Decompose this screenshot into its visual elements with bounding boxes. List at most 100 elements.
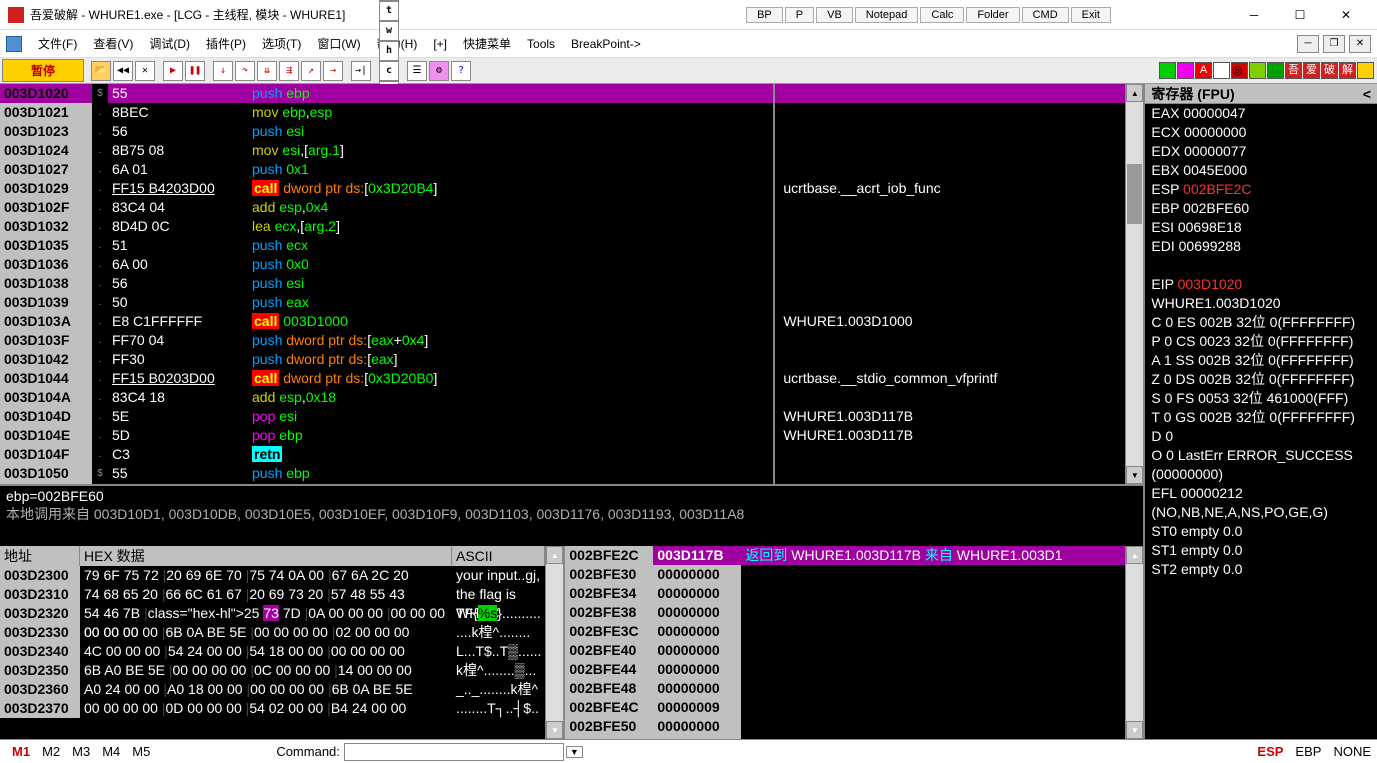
disasm-bytes[interactable]: FF15 B0203D00 xyxy=(108,369,248,388)
stack-value[interactable]: 00000000 xyxy=(653,565,741,584)
register-row[interactable]: C 0 ES 002B 32位 0(FFFFFFFF) xyxy=(1151,313,1371,332)
help-icon[interactable]: ? xyxy=(451,61,471,81)
toolbar-letter-c[interactable]: c xyxy=(379,61,399,81)
menu-item[interactable]: 查看(V) xyxy=(85,35,141,53)
disasm-instr[interactable]: call 003D1000 xyxy=(248,312,773,331)
stack-comment[interactable] xyxy=(741,622,1125,641)
plugin-icon-7[interactable] xyxy=(1357,62,1374,79)
register-row[interactable]: ECX 00000000 xyxy=(1151,123,1371,142)
dump-addr[interactable]: 003D2300 xyxy=(0,566,80,585)
disasm-bytes[interactable]: 8BEC xyxy=(108,103,248,122)
disasm-addr[interactable]: 003D103F xyxy=(0,331,92,350)
dump-row[interactable]: 003D2370 00 00 00 00 |0D 00 00 00 |54 02… xyxy=(0,699,545,718)
hex-dump-pane[interactable]: 地址 HEX 数据 ASCII 003D2300 79 6F 75 72 |20… xyxy=(0,546,563,739)
disasm-comment[interactable]: ucrtbase.__stdio_common_vfprintf xyxy=(775,369,1125,388)
disasm-comment[interactable] xyxy=(775,331,1125,350)
mdi-minimize-button[interactable]: ─ xyxy=(1297,35,1319,53)
top-btn-bp[interactable]: BP xyxy=(746,7,783,23)
disasm-bytes[interactable]: 56 xyxy=(108,122,248,141)
close-button[interactable]: ✕ xyxy=(1323,1,1369,29)
status-none[interactable]: NONE xyxy=(1333,744,1371,759)
disasm-addr[interactable]: 003D1044 xyxy=(0,369,92,388)
disasm-bytes[interactable]: 6A 00 xyxy=(108,255,248,274)
plugin-icon-ai[interactable]: 爱 xyxy=(1303,62,1320,79)
dump-ascii[interactable]: ........T┐..┤$.. xyxy=(452,699,545,718)
register-row[interactable]: EIP 003D1020 WHURE1.003D1020 xyxy=(1151,275,1371,294)
menu-item[interactable]: 文件(F) xyxy=(30,35,85,53)
stack-value[interactable]: 00000000 xyxy=(653,622,741,641)
registers-pane[interactable]: 寄存器 (FPU) < EAX 00000047ECX 00000000EDX … xyxy=(1143,84,1377,739)
disasm-comment[interactable] xyxy=(775,255,1125,274)
stack-value[interactable]: 00000000 xyxy=(653,679,741,698)
disasm-comment[interactable] xyxy=(775,122,1125,141)
trace-over-icon[interactable]: ⇶ xyxy=(279,61,299,81)
disasm-instr[interactable]: mov esi,[arg.1] xyxy=(248,141,773,160)
scroll-down-icon[interactable]: ▼ xyxy=(1126,721,1143,739)
register-row[interactable]: ST2 empty 0.0 xyxy=(1151,560,1371,579)
rewind-icon[interactable]: ◀◀ xyxy=(113,61,133,81)
plugin-icon-5[interactable] xyxy=(1249,62,1266,79)
toolbar-letter-w[interactable]: w xyxy=(379,21,399,41)
disasm-addr[interactable]: 003D1042 xyxy=(0,350,92,369)
disasm-addr[interactable]: 003D1038 xyxy=(0,274,92,293)
dump-row[interactable]: 003D2350 6B A0 BE 5E |00 00 00 00 |0C 00… xyxy=(0,661,545,680)
run-icon[interactable]: ▶ xyxy=(163,61,183,81)
menu-item[interactable]: 快捷菜单 xyxy=(455,35,519,53)
disasm-bytes[interactable]: 8B75 08 xyxy=(108,141,248,160)
stack-comment[interactable]: 返回到 WHURE1.003D117B 来自 WHURE1.003D1 xyxy=(741,546,1125,565)
stack-value[interactable]: 00000000 xyxy=(653,660,741,679)
disasm-instr[interactable]: add esp,0x18 xyxy=(248,388,773,407)
plugin-icon-wu[interactable]: 吾 xyxy=(1285,62,1302,79)
disasm-bytes[interactable]: E8 C1FFFFFF xyxy=(108,312,248,331)
register-row[interactable]: O 0 LastErr ERROR_SUCCESS (00000000) xyxy=(1151,446,1371,465)
disasm-scrollbar[interactable]: ▲ ▼ xyxy=(1125,84,1143,484)
step-into-icon[interactable]: ↓ xyxy=(213,61,233,81)
disasm-comment[interactable] xyxy=(775,388,1125,407)
stack-comment[interactable] xyxy=(741,660,1125,679)
disasm-instr[interactable]: push ebp xyxy=(248,84,773,103)
dump-ascii[interactable]: k楻^........▒... xyxy=(452,661,545,680)
disasm-bytes[interactable]: 83C4 04 xyxy=(108,198,248,217)
disasm-comment[interactable] xyxy=(775,84,1125,103)
menu-item[interactable]: 插件(P) xyxy=(198,35,254,53)
disasm-comment[interactable] xyxy=(775,445,1125,464)
disasm-bytes[interactable]: 55 xyxy=(108,84,248,103)
disasm-instr[interactable]: pop ebp xyxy=(248,426,773,445)
register-row[interactable]: S 0 FS 0053 32位 461000(FFF) xyxy=(1151,389,1371,408)
register-row[interactable]: ESP 002BFE2C xyxy=(1151,180,1371,199)
dump-hex[interactable]: 4C 00 00 00 |54 24 00 00 |54 18 00 00 |0… xyxy=(80,642,452,661)
disasm-comment[interactable]: WHURE1.003D1000 xyxy=(775,312,1125,331)
disassembly-pane[interactable]: 003D1020003D1021003D1023003D1024003D1027… xyxy=(0,84,1125,484)
disasm-addr[interactable]: 003D104A xyxy=(0,388,92,407)
memory-tab-m5[interactable]: M5 xyxy=(126,744,156,759)
stop-icon[interactable]: ✕ xyxy=(135,61,155,81)
dump-ascii[interactable]: the flag is WHUC xyxy=(452,585,545,604)
dump-row[interactable]: 003D2300 79 6F 75 72 |20 69 6E 70 |75 74… xyxy=(0,566,545,585)
dump-hex[interactable]: 6B A0 BE 5E |00 00 00 00 |0C 00 00 00 |1… xyxy=(80,661,452,680)
toolbar-letter-t[interactable]: t xyxy=(379,1,399,21)
disasm-addr[interactable]: 003D1020 xyxy=(0,84,92,103)
disasm-addr[interactable]: 003D102F xyxy=(0,198,92,217)
register-row[interactable]: P 0 CS 0023 32位 0(FFFFFFFF) xyxy=(1151,332,1371,351)
dump-hex[interactable]: 54 46 7B |class="hex-hl">25 73 7D |0A 00… xyxy=(80,604,452,623)
disasm-instr[interactable]: mov ebp,esp xyxy=(248,103,773,122)
disasm-addr[interactable]: 003D1050 xyxy=(0,464,92,483)
disasm-instr[interactable]: push dword ptr ds:[eax] xyxy=(248,350,773,369)
dump-ascii[interactable]: _.._........k楻^ xyxy=(452,680,545,699)
menu-item[interactable]: 窗口(W) xyxy=(309,35,368,53)
disasm-bytes[interactable]: 51 xyxy=(108,236,248,255)
disasm-bytes[interactable]: 5D xyxy=(108,426,248,445)
disasm-addr[interactable]: 003D1027 xyxy=(0,160,92,179)
disasm-bytes[interactable]: FF70 04 xyxy=(108,331,248,350)
plugin-icon-jie[interactable]: 解 xyxy=(1339,62,1356,79)
stack-scrollbar[interactable]: ▲ ▼ xyxy=(1125,546,1143,739)
disasm-bytes[interactable]: FF15 B4203D00 xyxy=(108,179,248,198)
disasm-comment[interactable] xyxy=(775,217,1125,236)
top-btn-p[interactable]: P xyxy=(785,7,814,23)
command-dropdown-icon[interactable]: ▼ xyxy=(566,746,583,758)
scroll-down-icon[interactable]: ▼ xyxy=(1126,466,1143,484)
register-row[interactable]: ST0 empty 0.0 xyxy=(1151,522,1371,541)
disasm-comment[interactable] xyxy=(775,236,1125,255)
dump-row[interactable]: 003D2310 74 68 65 20 |66 6C 61 67 |20 69… xyxy=(0,585,545,604)
disasm-bytes[interactable]: 83C4 18 xyxy=(108,388,248,407)
